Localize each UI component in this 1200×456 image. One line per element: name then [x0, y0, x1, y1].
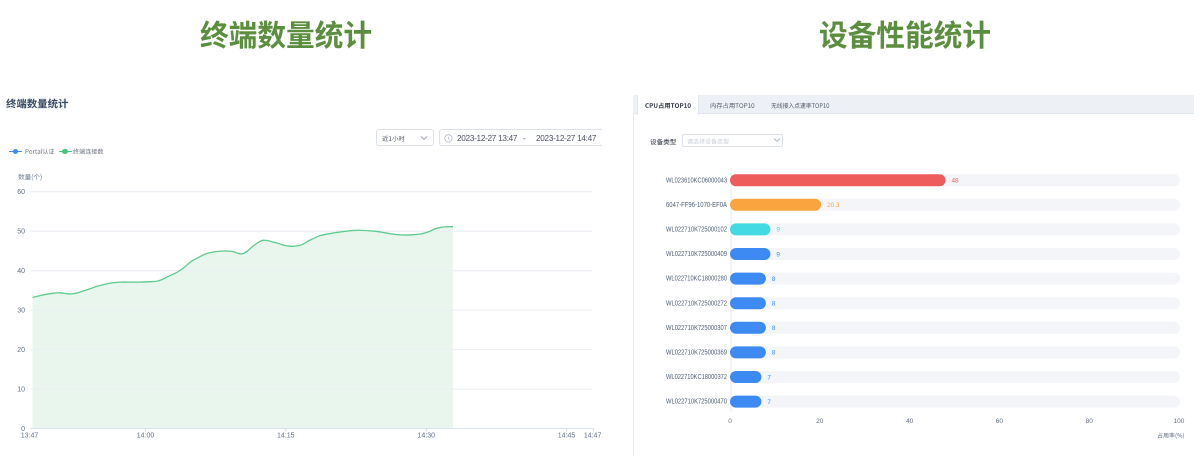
svg-text:30: 30 [17, 307, 25, 314]
svg-text:WL022710K725000369: WL022710K725000369 [666, 350, 727, 357]
svg-text:8: 8 [772, 350, 776, 357]
svg-text:50: 50 [17, 229, 25, 236]
svg-text:40: 40 [906, 418, 914, 425]
svg-text:WL022710K725000307: WL022710K725000307 [666, 325, 727, 332]
svg-text:WL022710KC18000372: WL022710KC18000372 [666, 374, 727, 381]
svg-text:40: 40 [17, 268, 25, 275]
svg-text:WL022710K725000272: WL022710K725000272 [666, 300, 727, 307]
svg-text:20.3: 20.3 [827, 202, 840, 209]
svg-text:WL022710K725000409: WL022710K725000409 [666, 251, 727, 258]
svg-text:9: 9 [776, 227, 780, 234]
svg-text:48: 48 [952, 178, 960, 185]
svg-text:100: 100 [1174, 418, 1185, 425]
svg-text:WL022710K725000102: WL022710K725000102 [666, 227, 727, 234]
svg-text:60: 60 [17, 189, 25, 196]
svg-text:14:00: 14:00 [137, 432, 155, 439]
svg-text:8: 8 [772, 301, 776, 308]
svg-text:14:47: 14:47 [584, 432, 602, 439]
svg-text:20: 20 [17, 347, 25, 354]
svg-text:13:47: 13:47 [21, 432, 39, 439]
svg-text:8: 8 [772, 325, 776, 332]
svg-text:14:45: 14:45 [558, 432, 576, 439]
svg-text:60: 60 [996, 418, 1004, 425]
svg-text:14:30: 14:30 [418, 432, 436, 439]
svg-text:8: 8 [772, 276, 776, 283]
svg-text:14:15: 14:15 [277, 432, 295, 439]
svg-text:WL022710KC18000280: WL022710KC18000280 [666, 276, 727, 283]
svg-text:6047-FF96-1070-EF0A: 6047-FF96-1070-EF0A [666, 202, 727, 209]
svg-text:0: 0 [728, 418, 732, 425]
svg-text:10: 10 [17, 386, 25, 393]
svg-text:WL023610KC06000043: WL023610KC06000043 [666, 177, 727, 184]
svg-text:WL022710K725000470: WL022710K725000470 [666, 399, 727, 406]
svg-text:7: 7 [767, 374, 771, 381]
svg-text:80: 80 [1086, 418, 1094, 425]
svg-text:20: 20 [816, 418, 824, 425]
svg-text:9: 9 [776, 251, 780, 258]
svg-text:7: 7 [767, 399, 771, 406]
